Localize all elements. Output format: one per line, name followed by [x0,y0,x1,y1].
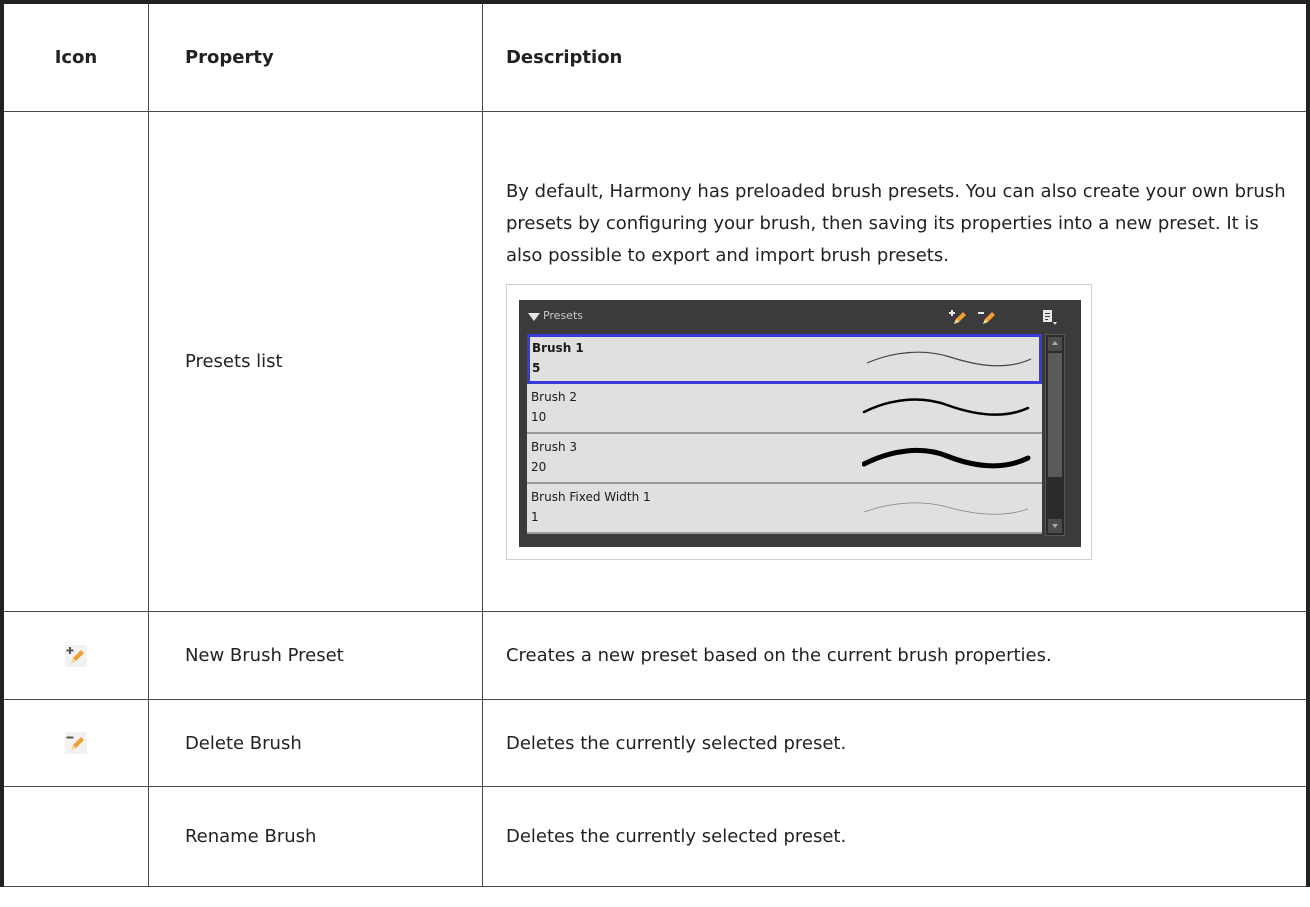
row-description-cell: By default, Harmony has preloaded brush … [481,111,1309,612]
row-description: By default, Harmony has preloaded brush … [505,180,1286,266]
preset-size: 10 [530,409,547,424]
table-header-row: Icon Property Description [1,1,1309,112]
list-item[interactable]: Brush 2 10 [526,383,1042,434]
brush-stroke-preview [861,447,1031,468]
list-item[interactable]: Brush 1 5 [526,333,1042,384]
row-property: New Brush Preset [147,611,483,700]
scroll-down-arrow-icon[interactable] [1047,518,1062,533]
row-icon-cell [1,611,149,700]
row-property: Delete Brush [147,699,483,787]
row-icon-cell [1,699,149,787]
brush-stroke-preview [866,351,1032,366]
table-row: Rename Brush Deletes the currently selec… [1,786,1309,887]
presets-list: Brush 1 5 Brush 2 10 Brush 3 20 Brush Fi… [526,333,1042,536]
delete-brush-icon [64,732,87,754]
list-item[interactable]: Brush Fixed Width 1 1 [526,483,1042,534]
row-description: Deletes the currently selected preset. [481,699,1309,787]
collapse-triangle-icon[interactable] [527,312,540,321]
header-property: Property [147,1,483,112]
presets-scrollbar[interactable] [1044,333,1065,536]
preset-name: Brush 2 [530,389,578,404]
new-brush-preset-icon [64,644,87,667]
scroll-thumb[interactable] [1047,352,1062,477]
preset-size: 1 [530,509,539,524]
brush-stroke-preview [863,501,1029,515]
list-item[interactable]: Brush 3 20 [526,433,1042,484]
header-icon: Icon [1,1,149,112]
new-preset-icon[interactable] [948,307,968,327]
table-row: Presets list By default, Harmony has pre… [1,111,1309,612]
presets-panel-title: Presets [542,308,583,322]
preset-name: Brush 1 [531,340,584,355]
row-icon-cell [1,786,149,887]
delete-preset-icon[interactable] [977,307,997,327]
preset-size: 20 [530,459,547,474]
row-icon-cell [1,111,149,612]
presets-panel-header: Presets [519,300,1081,334]
preset-name: Brush 3 [530,439,578,454]
preset-size: 5 [531,360,541,375]
preset-name: Brush Fixed Width 1 [530,489,651,504]
scroll-up-arrow-icon[interactable] [1047,336,1062,351]
brush-stroke-preview [862,397,1030,416]
table-row: Delete Brush Deletes the currently selec… [1,699,1309,787]
table-row: New Brush Preset Creates a new preset ba… [1,611,1309,700]
row-property: Rename Brush [147,786,483,887]
presets-screenshot: Presets Brush 1 5 Brush 2 10 Brush 3 20 … [505,283,1092,560]
presets-panel: Presets Brush 1 5 Brush 2 10 Brush 3 20 … [518,299,1081,547]
row-description: Creates a new preset based on the curren… [481,611,1309,700]
properties-table: Icon Property Description Presets list B… [0,0,1310,887]
row-description: Deletes the currently selected preset. [481,786,1309,887]
panel-menu-icon[interactable] [1040,307,1060,327]
header-description: Description [481,1,1309,112]
row-property: Presets list [147,111,483,612]
